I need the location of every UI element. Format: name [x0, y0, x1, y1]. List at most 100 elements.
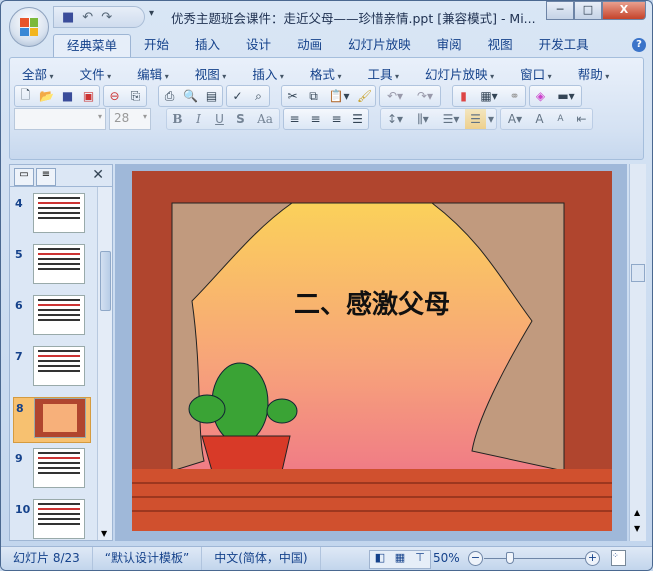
paste-icon[interactable]: 📋▾ [324, 86, 354, 106]
print-icon[interactable]: ⎙ [159, 86, 180, 106]
bold-button[interactable]: B [167, 109, 188, 129]
tab-design[interactable]: 设计 [233, 34, 284, 58]
language[interactable]: 中文(简体，中国) [202, 547, 321, 570]
menu-help[interactable]: 帮助 [570, 64, 618, 83]
hyperlink-icon[interactable]: ⚭ [504, 86, 525, 106]
menu-format[interactable]: 格式 [302, 64, 350, 83]
slide-thumbnail[interactable]: 5 [13, 244, 91, 290]
font-name-combo[interactable] [14, 108, 106, 130]
zoom-out-button[interactable]: − [468, 551, 483, 566]
shrink-font-icon[interactable]: A [550, 109, 571, 129]
close-button[interactable]: X [602, 1, 646, 20]
menu-insert[interactable]: 插入 [244, 64, 292, 83]
scrollbar-thumb[interactable] [100, 251, 111, 311]
slide-thumbnail[interactable]: 9 [13, 448, 91, 494]
copy-icon[interactable]: ⧉ [303, 86, 324, 106]
spelling-icon[interactable]: ✓ [227, 86, 248, 106]
slide-canvas[interactable]: 二、感激父母 [132, 171, 612, 531]
permission-icon[interactable]: ▣ [78, 86, 99, 106]
slide-thumbnail[interactable]: 6 [13, 295, 91, 341]
slide-scrollbar[interactable]: ▲ ▼ [629, 164, 646, 541]
menu-edit[interactable]: 编辑 [129, 64, 177, 83]
grow-font-icon[interactable]: A [529, 109, 550, 129]
zoom-slider[interactable] [484, 558, 594, 559]
undo-icon[interactable]: ↶▾ [380, 86, 410, 106]
menu-slideshow[interactable]: 幻灯片放映 [417, 64, 502, 83]
layout-icon[interactable]: ▤ [201, 86, 222, 106]
research-icon[interactable]: ⌕ [248, 86, 269, 106]
color-grayscale-icon[interactable]: ▬▾ [551, 86, 581, 106]
slideshow-button[interactable]: ⊤ [410, 551, 430, 568]
menu-tools[interactable]: 工具 [359, 64, 407, 83]
outline-tab[interactable]: ≡ [36, 168, 56, 186]
save-icon[interactable]: ■ [62, 10, 74, 25]
menu-window[interactable]: 窗口 [512, 64, 560, 83]
change-case-button[interactable]: Aa [251, 109, 279, 129]
normal-view-button[interactable]: ◧ [370, 551, 390, 568]
font-color-icon[interactable]: A▾ [501, 109, 529, 129]
maximize-button[interactable]: □ [574, 1, 602, 20]
previous-slide-icon[interactable]: ▲ [634, 508, 640, 517]
tab-slideshow[interactable]: 幻灯片放映 [335, 34, 424, 58]
new-icon[interactable]: 🗋 [15, 86, 36, 106]
italic-button[interactable]: I [188, 109, 209, 129]
undo-icon[interactable]: ↶ [82, 10, 93, 25]
tab-home[interactable]: 开始 [131, 34, 182, 58]
attach-icon[interactable]: ⎘ [125, 86, 146, 106]
slide-thumbnail[interactable]: 7 [13, 346, 91, 392]
zoom-level[interactable]: 50% [433, 551, 460, 565]
background-icon[interactable]: ◈ [530, 86, 551, 106]
redo-icon[interactable]: ↷ [101, 10, 112, 25]
table-icon[interactable]: ▦▾ [474, 86, 504, 106]
customize-qat-button[interactable]: ▾ [149, 8, 154, 19]
tab-review[interactable]: 审阅 [424, 34, 475, 58]
save-icon[interactable]: ■ [57, 86, 78, 106]
email-icon[interactable]: ⊖ [104, 86, 125, 106]
tab-view[interactable]: 视图 [475, 34, 526, 58]
zoom-slider-knob[interactable] [506, 552, 514, 564]
close-panel-icon[interactable]: ✕ [92, 167, 104, 183]
line-spacing-icon[interactable]: ↕▾ [381, 109, 409, 129]
tab-animation[interactable]: 动画 [284, 34, 335, 58]
slide-thumbnail[interactable]: 4 [13, 193, 91, 239]
underline-button[interactable]: U [209, 109, 230, 129]
menu-view[interactable]: 视图 [187, 64, 235, 83]
numbering-icon[interactable]: ☰▾ [437, 109, 465, 129]
decrease-indent-icon[interactable]: ⇤ [571, 109, 592, 129]
thumbnails-scrollbar[interactable]: ▼ [97, 187, 112, 540]
minimize-button[interactable]: ─ [546, 1, 574, 20]
slide-thumbnail[interactable]: 8 [13, 397, 91, 443]
format-painter-icon[interactable]: 🖌 [354, 86, 375, 106]
menu-all[interactable]: 全部 [14, 64, 62, 83]
slides-panel: ▭ ≡ ✕ 4 5 6 7 8 9 10 ▼ [9, 164, 113, 541]
slide-thumbnail[interactable]: 10 [13, 499, 91, 545]
open-icon[interactable]: 📂 [36, 86, 57, 106]
align-left-icon[interactable]: ≡ [284, 109, 305, 129]
chart-icon[interactable]: ▮ [453, 86, 474, 106]
help-icon[interactable]: ? [632, 38, 646, 52]
scrollbar-thumb[interactable] [631, 264, 645, 282]
thumbnail-image [33, 346, 85, 386]
menu-file[interactable]: 文件 [72, 64, 120, 83]
redo-icon[interactable]: ↷▾ [410, 86, 440, 106]
zoom-in-button[interactable]: + [585, 551, 600, 566]
tab-insert[interactable]: 插入 [182, 34, 233, 58]
font-size-combo[interactable]: 28 [109, 108, 151, 130]
bullets-dropdown-icon[interactable]: ▾ [486, 109, 496, 129]
slides-tab[interactable]: ▭ [14, 168, 34, 186]
bullets-icon[interactable]: ☰ [465, 109, 486, 129]
align-right-icon[interactable]: ≡ [326, 109, 347, 129]
tab-classic-menu[interactable]: 经典菜单 [53, 34, 132, 58]
shadow-button[interactable]: S [230, 109, 251, 129]
cut-icon[interactable]: ✂ [282, 86, 303, 106]
print-preview-icon[interactable]: 🔍 [180, 86, 201, 106]
tab-developer[interactable]: 开发工具 [526, 34, 602, 58]
align-center-icon[interactable]: ≡ [305, 109, 326, 129]
next-slide-icon[interactable]: ▼ [634, 524, 640, 533]
office-button[interactable] [9, 7, 49, 47]
slide-sorter-button[interactable]: ▦ [390, 551, 410, 568]
fit-to-window-icon[interactable]: ⁘ [611, 550, 626, 566]
text-direction-icon[interactable]: ⫼▾ [409, 109, 437, 129]
scroll-down-icon[interactable]: ▼ [101, 529, 107, 538]
justify-icon[interactable]: ☰ [347, 109, 368, 129]
